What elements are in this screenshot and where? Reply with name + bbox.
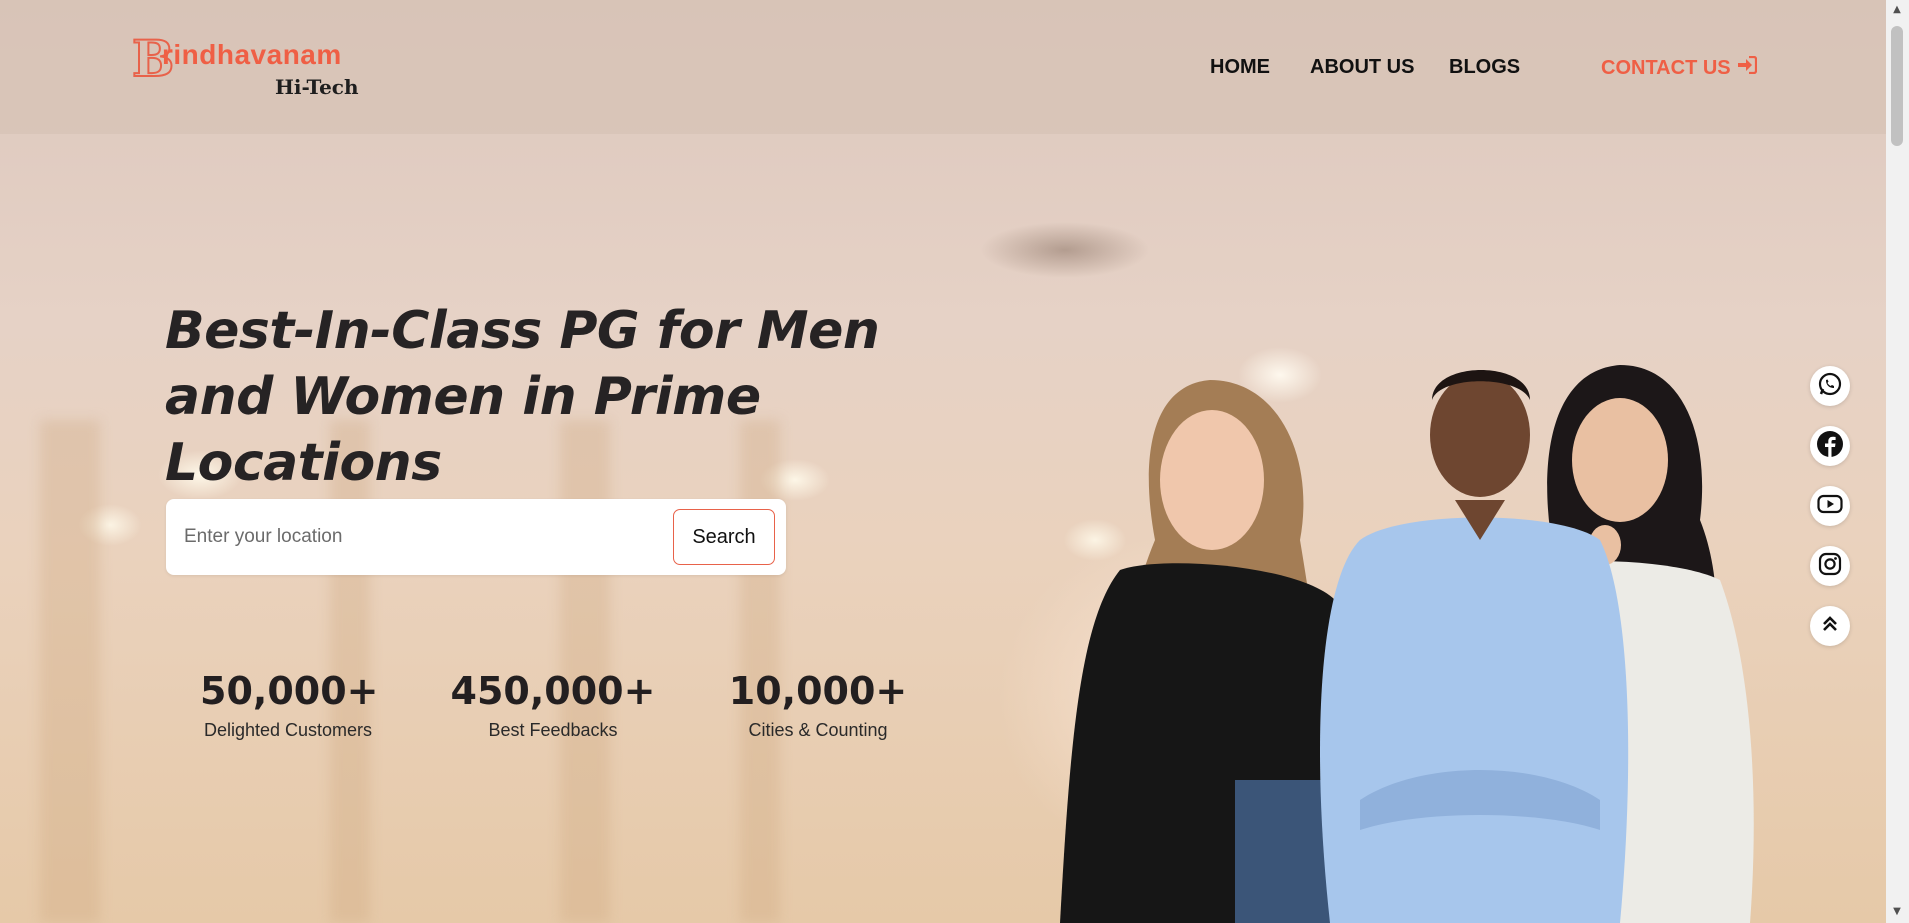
stat-cities: 10,000+ Cities & Counting — [728, 668, 908, 741]
scroll-to-top-button[interactable] — [1810, 606, 1850, 646]
nav-home[interactable]: HOME — [1210, 56, 1270, 79]
person-left — [1060, 380, 1340, 923]
location-search-input[interactable] — [184, 517, 644, 557]
stat-customers: 50,000+ Delighted Customers — [200, 668, 379, 741]
stat-value: 450,000+ — [450, 669, 656, 713]
facebook-icon — [1816, 430, 1844, 462]
whatsapp-icon — [1817, 371, 1843, 401]
brand-logo[interactable]: B rindhavanam Hi-Tech — [131, 32, 372, 103]
scroll-up-arrow-icon[interactable]: ▲ — [1891, 4, 1903, 16]
stat-label: Best Feedbacks — [488, 720, 618, 740]
contact-us-link[interactable]: CONTACT US — [1601, 55, 1757, 80]
youtube-button[interactable] — [1810, 486, 1850, 526]
youtube-icon — [1817, 494, 1843, 518]
instagram-button[interactable] — [1810, 546, 1850, 586]
logo-name: rindhavanam — [162, 39, 342, 70]
whatsapp-button[interactable] — [1810, 366, 1850, 406]
contact-us-label: CONTACT US — [1601, 56, 1731, 79]
stat-feedbacks: 450,000+ Best Feedbacks — [448, 668, 658, 741]
background-pillar — [40, 420, 100, 923]
nav-about-us[interactable]: ABOUT US — [1310, 56, 1414, 79]
scroll-down-arrow-icon[interactable]: ▼ — [1891, 906, 1903, 918]
location-search-box: Search — [166, 499, 786, 575]
nav-blogs[interactable]: BLOGS — [1449, 56, 1520, 79]
instagram-icon — [1818, 552, 1842, 580]
scrollbar-thumb[interactable] — [1891, 26, 1903, 146]
logo-subtitle: Hi-Tech — [275, 75, 359, 99]
chevron-double-up-icon — [1820, 614, 1840, 638]
stat-label: Cities & Counting — [748, 720, 888, 740]
site-header: B rindhavanam Hi-Tech HOME ABOUT US BLOG… — [0, 0, 1886, 134]
facebook-button[interactable] — [1810, 426, 1850, 466]
stat-label: Delighted Customers — [203, 720, 373, 740]
sign-in-icon — [1737, 55, 1757, 80]
stat-value: 50,000+ — [200, 669, 379, 713]
hero-people-image — [1060, 365, 1754, 923]
stat-value: 10,000+ — [728, 669, 908, 713]
search-button[interactable]: Search — [673, 509, 775, 565]
hero-headline: Best-In-Class PG for Men and Women in Pr… — [165, 301, 880, 493]
